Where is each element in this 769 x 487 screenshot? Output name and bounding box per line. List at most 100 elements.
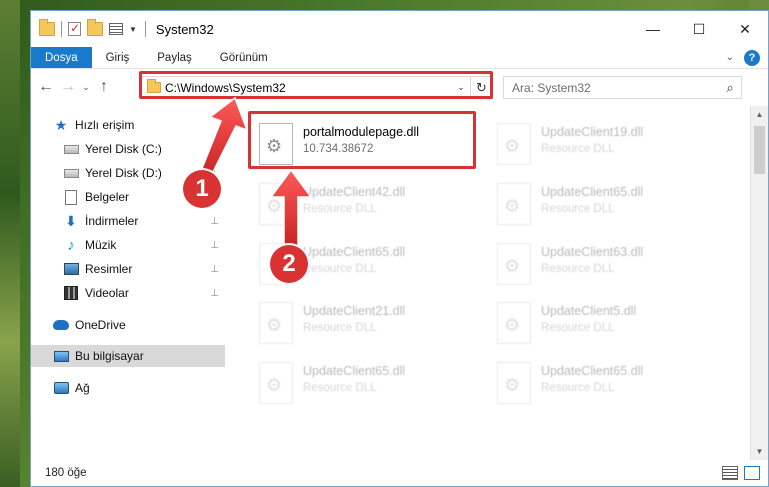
window-title: System32 [155, 21, 214, 37]
file-name: UpdateClient65.dll [541, 364, 644, 378]
sidebar-item-videos[interactable]: Videolar ⊥ [31, 282, 225, 304]
sidebar-item-onedrive[interactable]: OneDrive [31, 314, 225, 336]
search-box[interactable]: Ara: System32 ⌕ [503, 76, 742, 99]
dll-file-icon [497, 302, 531, 344]
scroll-down-arrow-icon[interactable]: ▼ [751, 443, 768, 460]
sidebar-item-label: İndirmeler [85, 214, 139, 228]
pin-icon[interactable]: ⊥ [210, 144, 219, 155]
search-input[interactable]: Ara: System32 [504, 81, 719, 95]
minimize-button[interactable]: — [630, 11, 676, 47]
file-description: Resource DLL [541, 143, 615, 155]
properties-check-icon[interactable] [68, 21, 81, 36]
customize-toolbar-chevron-icon[interactable]: ▼ [129, 25, 137, 34]
file-item[interactable]: UpdateClient42.dll Resource DLL [253, 179, 483, 231]
file-description: Resource DLL [541, 322, 615, 334]
video-icon [63, 285, 79, 301]
file-description: Resource DLL [303, 382, 377, 394]
details-view-icon[interactable] [722, 466, 738, 480]
expand-ribbon-chevron-icon[interactable]: ⌄ [726, 52, 734, 63]
dll-file-icon [259, 302, 293, 344]
sidebar-item-this-pc[interactable]: Bu bilgisayar [31, 345, 225, 367]
file-name: UpdateClient19.dll [541, 125, 644, 139]
file-item[interactable]: UpdateClient5.dll Resource DLL [491, 298, 721, 350]
pin-icon[interactable]: ⊥ [210, 264, 219, 275]
up-button[interactable]: ↑ [93, 78, 115, 96]
download-icon: ⬇ [65, 212, 77, 229]
new-folder-icon[interactable] [87, 19, 103, 36]
sidebar-item-label: Müzik [85, 238, 117, 252]
sidebar-item-label: Hızlı erişim [75, 118, 135, 132]
forward-button[interactable]: → [57, 78, 79, 96]
sidebar-item-music[interactable]: ♪ Müzik ⊥ [31, 234, 225, 256]
dll-file-icon [497, 243, 531, 285]
file-description: Resource DLL [303, 263, 377, 275]
file-item[interactable]: UpdateClient65.dll Resource DLL [491, 179, 721, 231]
file-item[interactable]: UpdateClient21.dll Resource DLL [253, 298, 483, 350]
file-highlight [248, 111, 476, 169]
tab-file[interactable]: Dosya [31, 47, 92, 68]
quick-access-toolbar: ▼ [39, 19, 152, 37]
pictures-icon [63, 261, 79, 277]
scroll-thumb[interactable] [754, 126, 765, 174]
file-name: UpdateClient5.dll [541, 304, 637, 318]
sidebar-item-network[interactable]: Ağ [31, 377, 225, 399]
file-description: Resource DLL [303, 203, 377, 215]
document-icon [63, 189, 79, 205]
file-name: UpdateClient65.dll [303, 245, 406, 259]
dll-file-icon [259, 183, 293, 225]
file-name: UpdateClient42.dll [303, 185, 406, 199]
sidebar-item-quick-access[interactable]: ★ Hızlı erişim [31, 114, 225, 136]
sidebar-item-local-disk-c[interactable]: Yerel Disk (C:) ⊥ [31, 138, 225, 160]
sidebar-item-label: Bu bilgisayar [75, 349, 144, 363]
file-item[interactable]: UpdateClient65.dll Resource DLL [491, 358, 721, 410]
recent-locations-chevron-icon[interactable]: ⌄ [79, 82, 93, 93]
maximize-button[interactable]: ☐ [676, 11, 722, 47]
ribbon-tabs: Dosya Giriş Paylaş Görünüm ⌄ ? [31, 47, 768, 69]
drive-icon [63, 141, 79, 157]
file-item[interactable]: UpdateClient65.dll Resource DLL [253, 358, 483, 410]
large-icons-view-icon[interactable] [744, 466, 760, 480]
status-bar: 180 öğe [31, 460, 768, 486]
toolbar-separator [61, 21, 62, 37]
file-name: UpdateClient65.dll [303, 364, 406, 378]
music-icon: ♪ [67, 236, 75, 254]
file-name: UpdateClient63.dll [541, 245, 644, 259]
file-description: Resource DLL [541, 382, 615, 394]
toolbar-separator [144, 21, 146, 37]
address-bar-highlight [139, 71, 493, 99]
file-item[interactable]: UpdateClient19.dll Resource DLL [491, 119, 721, 171]
help-icon[interactable]: ? [744, 49, 760, 66]
file-item[interactable]: UpdateClient63.dll Resource DLL [491, 239, 721, 291]
sidebar-item-pictures[interactable]: Resimler ⊥ [31, 258, 225, 280]
tab-home[interactable]: Giriş [92, 47, 144, 68]
callout-1: 1 [183, 170, 221, 208]
search-icon[interactable]: ⌕ [719, 80, 741, 96]
file-name: UpdateClient21.dll [303, 304, 406, 318]
back-button[interactable]: ← [35, 78, 57, 96]
sidebar-item-label: OneDrive [75, 318, 126, 332]
sidebar-item-downloads[interactable]: ⬇ İndirmeler ⊥ [31, 210, 225, 232]
pin-icon[interactable]: ⊥ [210, 288, 219, 299]
callout-2: 2 [270, 245, 308, 283]
vertical-scrollbar[interactable]: ▲ ▼ [750, 106, 768, 460]
scroll-up-arrow-icon[interactable]: ▲ [751, 106, 768, 123]
sidebar-item-label: Resimler [85, 262, 133, 276]
navigation-pane: ★ Hızlı erişim Yerel Disk (C:) ⊥ Yerel D… [31, 106, 227, 460]
dll-file-icon [497, 123, 531, 165]
close-button[interactable]: ✕ [722, 11, 768, 47]
star-icon: ★ [54, 116, 68, 133]
cloud-icon [53, 317, 69, 333]
view-buttons [716, 466, 760, 480]
dll-file-icon [497, 183, 531, 225]
pin-icon[interactable]: ⊥ [210, 216, 219, 227]
network-icon [53, 380, 69, 396]
pin-icon[interactable]: ⊥ [210, 240, 219, 251]
window-controls: — ☐ ✕ [630, 11, 768, 47]
drive-icon [63, 165, 79, 181]
sidebar-item-label: Ağ [75, 381, 90, 395]
desktop-wallpaper-left [0, 0, 20, 487]
sidebar-item-label: Videolar [85, 286, 129, 300]
properties-list-icon[interactable] [109, 23, 123, 35]
tab-share[interactable]: Paylaş [143, 47, 206, 68]
tab-view[interactable]: Görünüm [206, 47, 282, 68]
